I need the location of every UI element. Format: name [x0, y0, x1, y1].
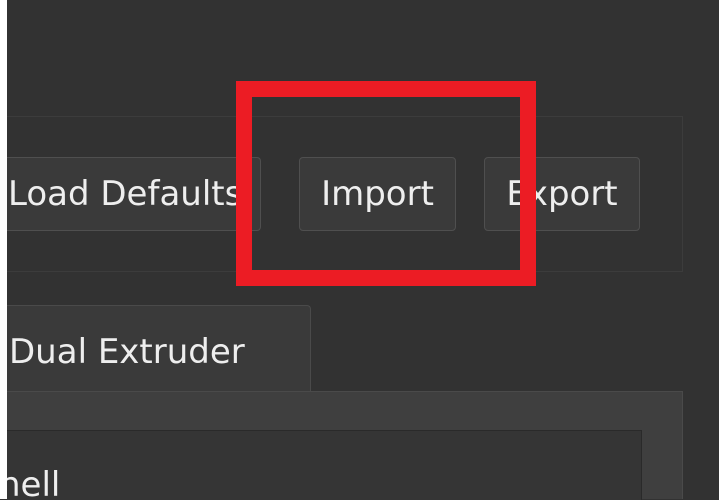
import-label: Import	[321, 174, 434, 214]
settings-group: hell	[7, 430, 642, 500]
tab-label: Dual Extruder	[9, 332, 245, 372]
settings-group-label: hell	[7, 465, 61, 500]
tab-dual-extruder[interactable]: Dual Extruder	[7, 305, 311, 395]
export-label: Export	[506, 174, 618, 214]
load-defaults-button[interactable]: Load Defaults	[7, 157, 261, 231]
tab-content-pane: hell	[7, 391, 683, 500]
load-defaults-label: Load Defaults	[8, 174, 243, 214]
window-edge	[0, 0, 7, 499]
import-button[interactable]: Import	[299, 157, 456, 231]
export-button[interactable]: Export	[484, 157, 640, 231]
